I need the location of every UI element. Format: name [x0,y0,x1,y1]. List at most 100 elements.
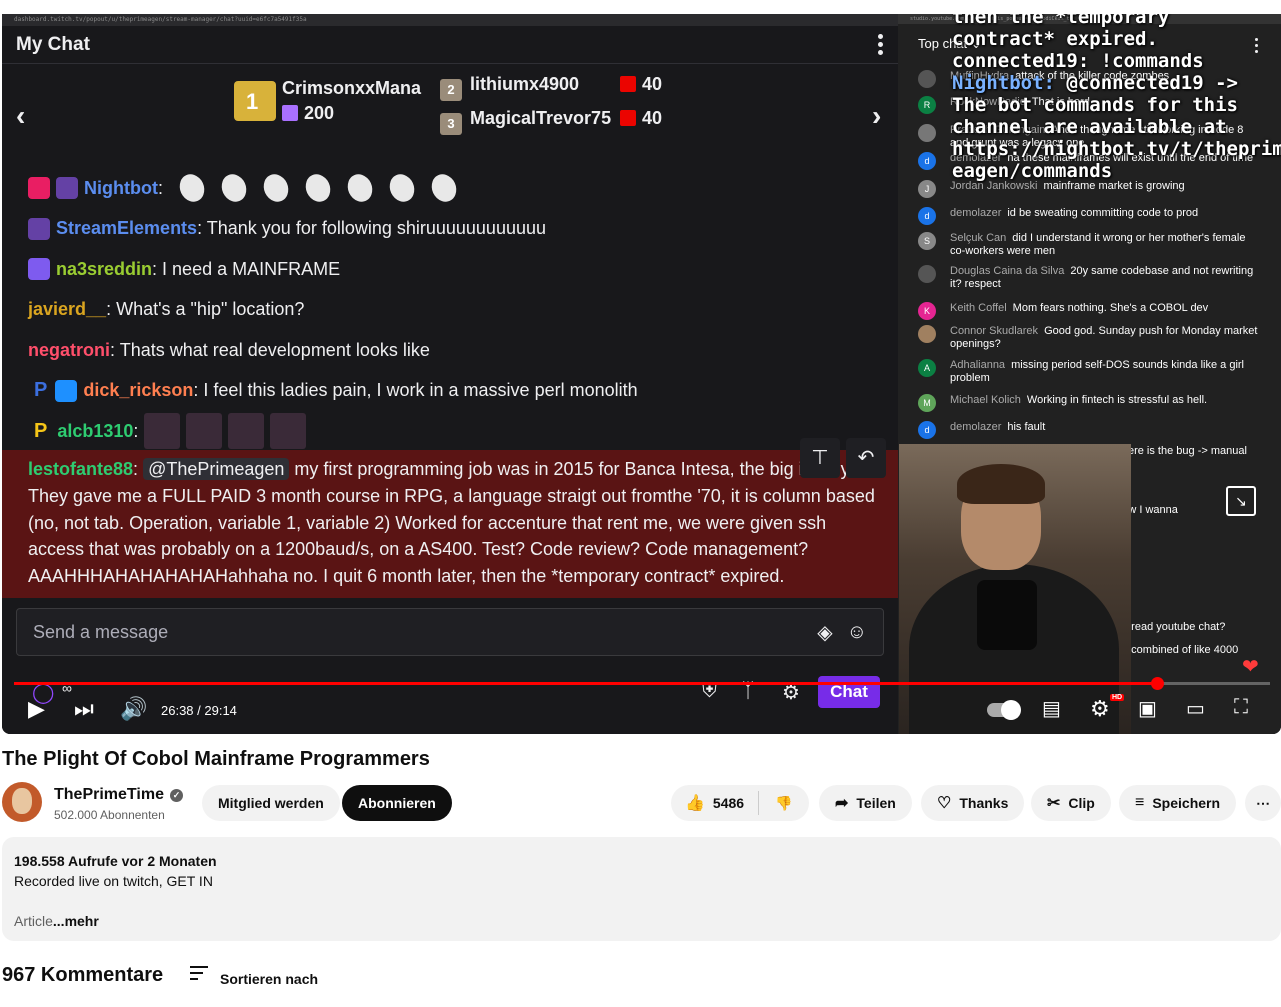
thanks-button[interactable]: ♡ Thanks [921,785,1025,821]
theater-mode-icon[interactable]: ▭ [1186,696,1205,721]
avatar: S [918,232,936,250]
gift-icon [620,110,636,126]
miniplayer-expand-icon[interactable]: ↘ [1226,486,1256,516]
next-icon[interactable]: ⏭ [74,696,94,722]
share-button[interactable]: ➦ Teilen [819,785,912,821]
dislike-button[interactable]: 👎 [759,795,808,812]
bot-overlay-text: then the *temporary contract* expired. c… [952,14,1281,182]
avatar [918,325,936,343]
yt-chat-text: Mom fears nothing. She's a COBOL dev [1012,302,1209,314]
leaderboard-first: 1 CrimsonxxMana 200 [234,78,421,124]
thumbs-down-icon: 👎 [775,794,793,811]
yt-chat-message: S Selçuk Can did I understand it wrong or … [918,232,1258,258]
chevron-left-icon: ‹ [16,100,26,131]
view-count: 198.558 Aufrufe vor 2 Monaten [14,853,217,869]
more-options-icon [878,34,884,55]
avatar: K [918,302,936,320]
thanks-icon: ♡ [937,795,952,812]
verified-icon: ✓ [169,789,183,802]
feather-emote-icon [343,171,377,205]
fullscreen-icon[interactable]: ⛶ [1234,696,1248,719]
video-player[interactable]: dashboard.twitch.tv/popout/u/theprimeage… [2,14,1281,734]
channel-name: ThePrimeTime [54,786,164,803]
chat-message: na3sreddin: I need a MAINFRAME [2,249,898,290]
save-button[interactable]: ≡ Speichern [1119,785,1237,821]
feather-emote-icon [259,171,293,205]
pin-icon[interactable]: ⊤ [800,438,840,478]
gift-icon: 3 [440,113,462,135]
yt-chat-message-partial: n read youtube chat? [1122,621,1226,633]
gift-icon [282,105,298,121]
description-fade: Article [14,913,53,929]
settings-icon[interactable]: ⚙ [1090,696,1110,722]
progress-bar[interactable] [14,677,1270,690]
leaderboard-count: 40 [642,108,663,128]
clip-button[interactable]: ✂ Clip [1031,785,1111,821]
playlist-add-icon: ≡ [1135,794,1145,811]
message-actions: ⊤ ↶ [800,438,886,478]
yt-chat-message: d demolazer his fault [918,421,1258,439]
reply-icon[interactable]: ↶ [846,438,886,478]
miniplayer-icon[interactable]: ▣ [1138,696,1157,721]
subscribe-button[interactable]: Abonnieren [342,785,452,821]
comment-count: 967 Kommentare [2,964,164,986]
yt-chat-message: A Adhalianna missing period self-DOS sound… [918,359,1258,385]
gift-icon [620,76,636,92]
description-text: Recorded live on twitch, GET IN [14,873,213,889]
verified-badge-icon [56,177,78,200]
like-button[interactable]: 👍 5486 [671,791,760,815]
chat-title: My Chat [16,33,90,55]
feather-emote-icon [217,171,251,205]
gift-leaderboard: ‹ › 1 CrimsonxxMana 200 2 lithiumx4900 40… [2,66,898,162]
sort-icon [190,966,208,984]
volume-icon[interactable]: 🔊 [120,696,147,722]
chat-message: P dick_rickson: I feel this ladies pain,… [34,379,638,402]
twitch-message-list: Nightbot: StreamElements: Thank you for … [2,168,898,452]
yt-chat-author: Keith Coffel [950,302,1007,314]
join-button[interactable]: Mitglied werden [202,785,340,821]
p-badge-icon: P [34,419,48,442]
description-box[interactable]: 198.558 Aufrufe vor 2 Monaten Recorded l… [2,837,1281,941]
subtitles-icon[interactable]: ▤ [1042,696,1061,721]
player-controls: ▶ ⏭ 🔊 26:38 / 29:14 ▤ ⚙ HD ▣ ▭ ⛶ [2,690,1281,730]
emoji-icon[interactable]: ☺ [847,621,867,644]
sub-badge-icon [28,258,50,281]
yt-chat-author: Douglas Caina da Silva [950,265,1065,277]
more-link[interactable]: ...mehr [53,913,99,929]
like-dislike-group: 👍 5486 👎 [671,785,809,821]
chat-message: StreamElements: Thank you for following … [2,209,898,250]
chat-message: javierd__: What's a "hip" location? [28,299,305,320]
yt-chat-message: J Jordan Jankowski mainframe market is gro… [918,180,1258,198]
gift-icon: 2 [440,79,462,101]
avatar: d [918,207,936,225]
avatar: d [918,421,936,439]
scissors-icon: ✂ [1047,795,1061,812]
scrubber-handle[interactable] [1150,677,1164,690]
yt-chat-author: demolazer [950,421,1002,433]
sort-button[interactable]: Sortieren nach [190,966,318,987]
avatar: J [918,180,936,198]
avatar [918,70,936,88]
autoplay-toggle[interactable] [987,700,1021,720]
p-badge-icon: P [34,379,48,402]
play-icon[interactable]: ▶ [28,696,45,722]
feather-emote-icon [385,171,419,205]
feather-emote-icon [301,171,335,205]
subscriber-count: 502.000 Abonnenten [54,808,165,822]
crown-badge-icon [55,379,78,402]
yt-chat-message: M Michael Kolich Working in fintech is str… [918,394,1258,412]
hd-badge: HD [1110,694,1125,701]
bits-icon[interactable]: ◈ [817,620,832,645]
chevron-right-icon: › [872,100,882,131]
more-actions-button[interactable]: ⋯ [1245,785,1281,821]
verified-badge-icon [28,217,50,240]
gift-icon: 1 [234,81,276,121]
avatar[interactable] [2,782,42,822]
send-message-input[interactable]: Send a message ◈ ☺ [16,608,884,656]
twitch-chat-header: My Chat [2,26,898,64]
avatar [918,265,936,283]
yt-chat-author: demolazer [950,207,1002,219]
thumbs-up-icon: 👍 [685,795,705,812]
leaderboard-name: CrimsonxxMana [282,78,422,98]
feather-emote-icon [175,171,209,205]
